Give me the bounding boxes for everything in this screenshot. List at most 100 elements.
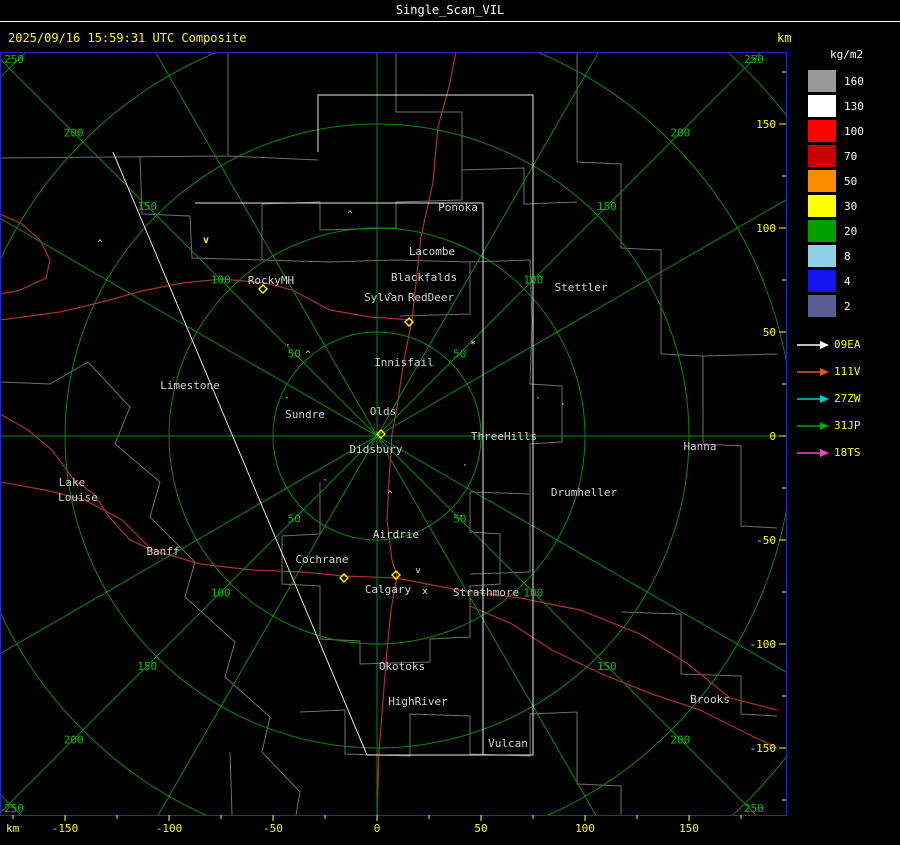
range-label-100: 100	[211, 274, 231, 287]
scan-area-outline	[112, 94, 534, 756]
window-title: Single_Scan_VIL	[395, 3, 505, 17]
obs-marker: ^	[347, 210, 353, 220]
legend-value: 100	[844, 124, 864, 138]
legend-entry: 100	[808, 120, 900, 142]
radar-map-canvas[interactable]: 50 50 50 50 100 100 100 100 150 150 150 150 200 200 20…	[0, 52, 790, 841]
y-axis-tick-label: 50	[763, 326, 776, 339]
city-label-limestone: Limestone	[160, 379, 220, 392]
legend-color-swatch	[808, 220, 836, 242]
legend-color-swatch	[808, 170, 836, 192]
city-label-rockymh: RockyMH	[248, 274, 294, 287]
legend-entry: 30	[808, 195, 900, 217]
legend-color-swatch	[808, 195, 836, 217]
legend-color-swatch	[808, 270, 836, 292]
range-label-150: 150	[137, 200, 157, 213]
x-axis-tick-label: 0	[374, 822, 381, 835]
header-bar: 2025/09/16 15:59:31 UTC Composite km	[0, 22, 900, 52]
station-entry-31JP: 31JP	[796, 412, 900, 439]
range-label-100: 100	[211, 586, 231, 599]
obs-marker: ^	[387, 292, 393, 302]
station-entry-27ZW: 27ZW	[796, 385, 900, 412]
city-label-reddeer: RedDeer	[408, 291, 455, 304]
station-arrow-icon	[797, 448, 829, 457]
station-entry-09EA: 09EA	[796, 331, 900, 358]
station-entry-111V: 111V	[796, 358, 900, 385]
legend-value: 4	[844, 274, 851, 288]
x-axis-tick-label: 100	[575, 822, 595, 835]
y-axis-tick-label: 150	[756, 118, 776, 131]
legend-color-swatch	[808, 120, 836, 142]
range-label-250: 250	[4, 53, 24, 66]
range-label-50: 50	[288, 513, 301, 526]
legend-entry: 160	[808, 70, 900, 92]
radar-map[interactable]: 50 50 50 50 100 100 100 100 150 150 150 150 200 200 20…	[0, 52, 790, 841]
legend-color-swatch	[808, 145, 836, 167]
city-label-lake: Lake	[59, 476, 86, 489]
obs-marker: ·	[284, 394, 289, 404]
range-label-150: 150	[597, 660, 617, 673]
y-axis-tick-label: -150	[750, 742, 777, 755]
color-legend: 160 130 100 70 50 30 20 8 4 2	[808, 70, 900, 317]
station-id: 09EA	[834, 338, 861, 351]
station-arrow-icon	[797, 394, 829, 403]
city-label-cochrane: Cochrane	[296, 553, 349, 566]
y-axis-tick-label: 0	[769, 430, 776, 443]
station-id: 27ZW	[834, 392, 861, 405]
obs-marker: ^	[97, 239, 103, 249]
city-label-drumheller: Drumheller	[551, 486, 618, 499]
legend-entry: 2	[808, 295, 900, 317]
city-label-airdrie: Airdrie	[373, 528, 419, 541]
city-label-sylvan: Sylvan	[364, 291, 404, 304]
obs-marker: ·	[535, 394, 540, 404]
legend-value: 50	[844, 174, 858, 188]
legend-unit-label: kg/m2	[830, 48, 864, 61]
city-label-strathmore: Strathmore	[453, 586, 519, 599]
legend-value: 2	[844, 299, 851, 313]
x-axis-tick-label: -150	[52, 822, 79, 835]
city-label-innisfail: Innisfail	[374, 356, 434, 369]
city-label-didsbury: Didsbury	[350, 443, 403, 456]
station-arrow-icon	[797, 421, 829, 430]
range-label-150: 150	[137, 660, 157, 673]
range-label-100: 100	[523, 586, 543, 599]
station-id: 18TS	[834, 446, 861, 459]
obs-marker: *	[470, 340, 475, 350]
range-label-50: 50	[453, 347, 466, 360]
city-label-calgary: Calgary	[365, 583, 412, 596]
legend-color-swatch	[808, 295, 836, 317]
legend-color-swatch	[808, 70, 836, 92]
range-label-150: 150	[597, 200, 617, 213]
legend-color-swatch	[808, 245, 836, 267]
legend-entry: 20	[808, 220, 900, 242]
x-axis-tick-label: 150	[679, 822, 699, 835]
range-label-200: 200	[670, 733, 690, 746]
city-label-banff: Banff	[146, 545, 179, 558]
legend-entry: 4	[808, 270, 900, 292]
legend-value: 130	[844, 99, 864, 113]
legend-entry: 8	[808, 245, 900, 267]
city-label-threehills: ThreeHills	[471, 430, 537, 443]
range-labels-group: 5050505010010010010015015015015020020020…	[4, 53, 764, 815]
station-arrow-icon	[797, 367, 829, 376]
city-label-brooks: Brooks	[690, 693, 730, 706]
y-axis-tick-label: 100	[756, 222, 776, 235]
obs-marker: ·	[462, 461, 467, 471]
legend-value: 160	[844, 74, 864, 88]
x-axis-tick-label: 50	[474, 822, 487, 835]
yellow-marker: v	[203, 235, 209, 246]
range-label-100: 100	[523, 274, 543, 287]
city-label-blackfalds: Blackfalds	[391, 271, 457, 284]
obs-marker: ·	[285, 341, 290, 351]
legend-entry: 130	[808, 95, 900, 117]
city-label-highriver: HighRiver	[388, 695, 448, 708]
station-arrow-icon	[797, 340, 829, 349]
sidebar: kg/m2 160 130 100 70 50 30 20 8 4 2 09EA 111V 27ZW 3…	[790, 22, 900, 841]
legend-value: 30	[844, 199, 858, 213]
city-label-vulcan: Vulcan	[488, 737, 528, 750]
obs-marker: ^	[387, 490, 393, 500]
legend-color-swatch	[808, 95, 836, 117]
station-id: 31JP	[834, 419, 861, 432]
range-label-250: 250	[4, 802, 24, 815]
x-axis-tick-label: -100	[156, 822, 183, 835]
city-labels-group: Ponoka Lacombe Blackfalds Sylvan RedDeer Stet…	[58, 201, 730, 750]
